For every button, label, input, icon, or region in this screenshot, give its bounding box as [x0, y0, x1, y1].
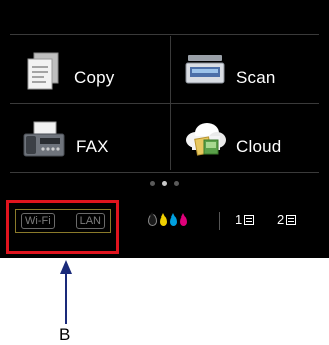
fax-label: FAX — [76, 137, 109, 156]
callout-label: B — [59, 325, 71, 344]
copy-icon — [22, 49, 66, 93]
fax-icon — [22, 118, 68, 162]
divider — [10, 34, 319, 35]
copy-label: Copy — [74, 68, 115, 87]
page-dot — [150, 181, 155, 186]
tray-2-label: 2 — [277, 212, 285, 227]
page-indicator — [0, 181, 329, 189]
paper-tray-icon — [244, 214, 255, 225]
scan-tile[interactable]: Scan — [182, 44, 322, 98]
divider — [10, 172, 319, 173]
fax-tile[interactable]: FAX — [22, 112, 167, 168]
cloud-icon — [182, 118, 228, 162]
divider — [170, 36, 171, 170]
divider — [10, 103, 319, 104]
ink-drop-black-icon — [148, 212, 157, 226]
top-status-bar — [0, 0, 329, 34]
ink-drop-magenta-icon — [180, 213, 187, 226]
callout-arrow-shaft — [65, 272, 67, 324]
tray-1-indicator[interactable]: 1 — [235, 212, 255, 227]
cloud-tile[interactable]: Cloud — [182, 112, 322, 168]
tray-2-indicator[interactable]: 2 — [277, 212, 297, 227]
lan-status-label: LAN — [75, 213, 105, 229]
ink-level-indicator[interactable] — [148, 212, 187, 226]
copy-tile[interactable]: Copy — [22, 44, 167, 98]
page-dot — [174, 181, 179, 186]
divider — [219, 212, 220, 230]
paper-tray-icon — [286, 214, 297, 225]
ink-drop-cyan-icon — [170, 213, 177, 226]
scan-icon — [182, 49, 228, 93]
tray-1-label: 1 — [235, 212, 243, 227]
network-status-indicator[interactable]: Wi-Fi LAN — [15, 209, 111, 233]
cloud-label: Cloud — [236, 137, 282, 156]
page-dot-active — [162, 181, 167, 186]
scan-label: Scan — [236, 68, 276, 87]
wifi-status-label: Wi-Fi — [21, 213, 55, 229]
ink-drop-yellow-icon — [160, 213, 167, 226]
